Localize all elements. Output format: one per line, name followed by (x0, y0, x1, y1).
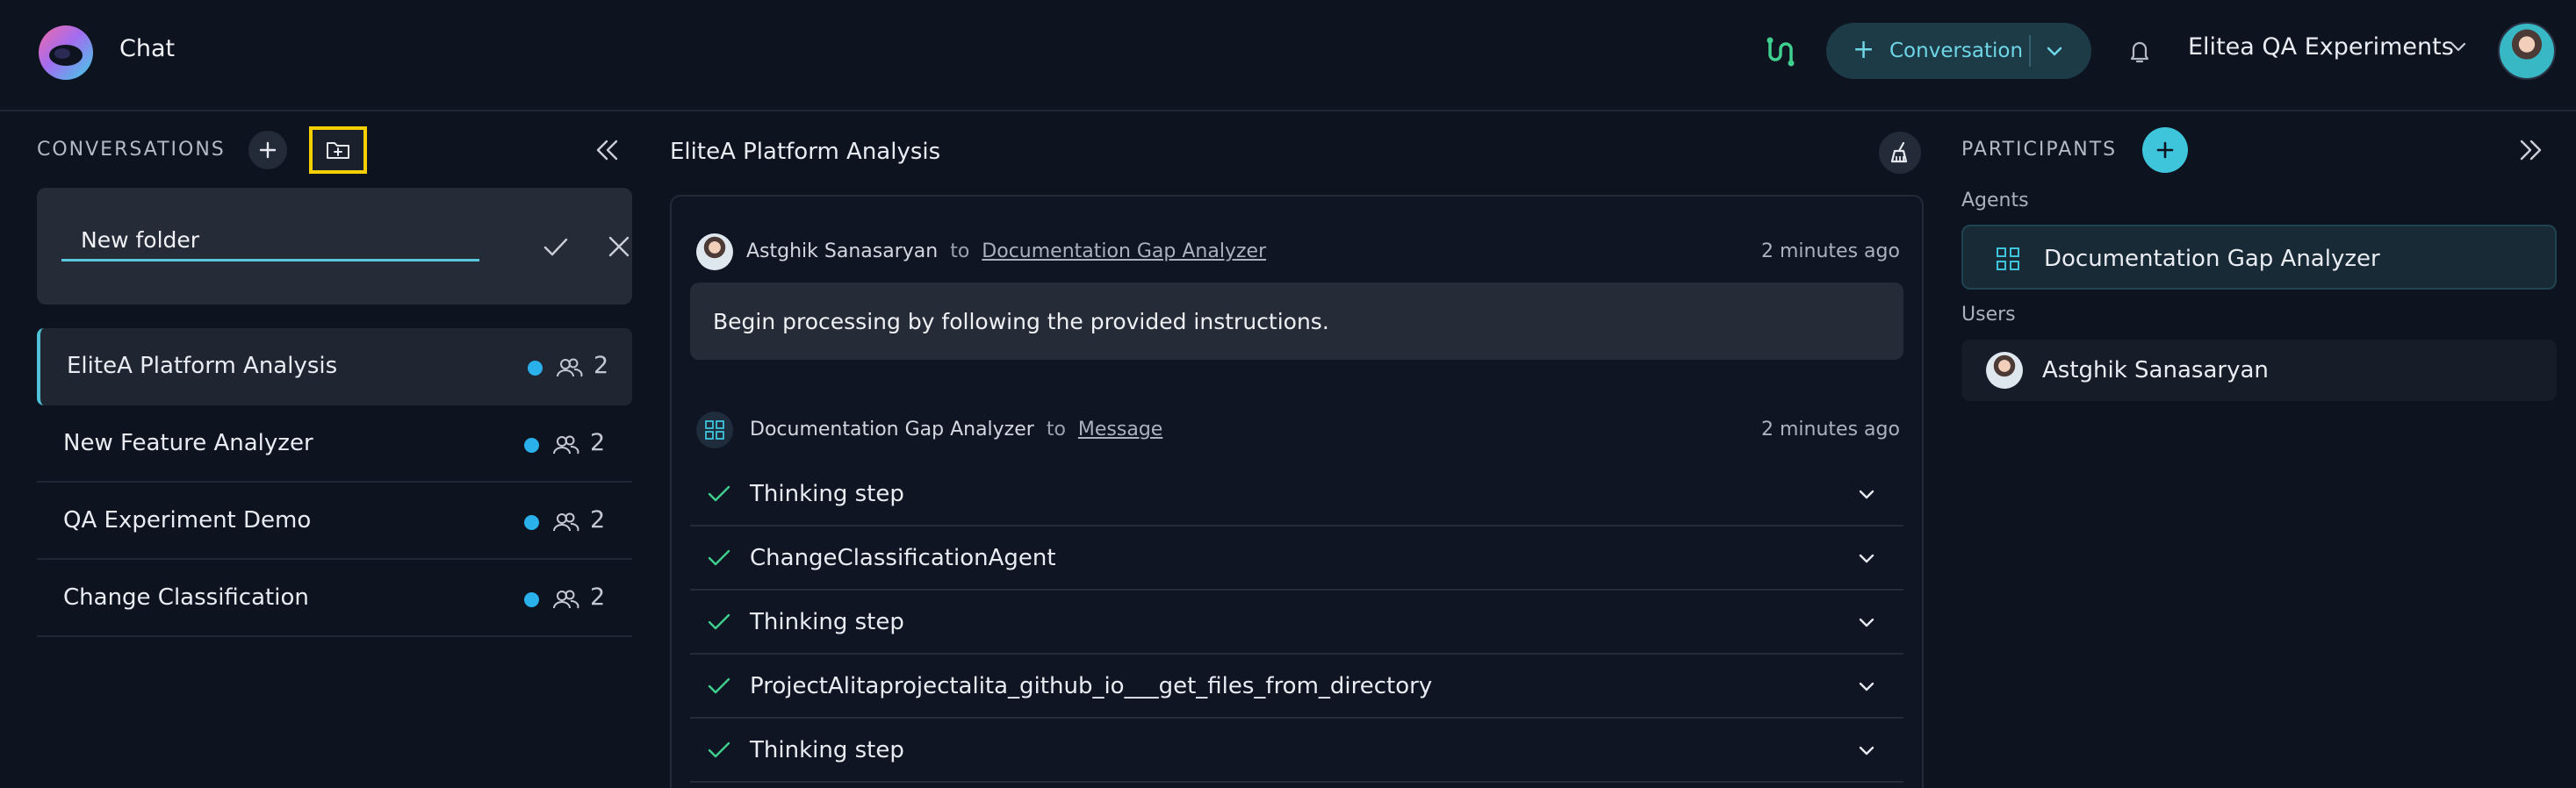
conversations-heading: CONVERSATIONS (37, 139, 226, 161)
agents-section-label: Agents (1961, 190, 2029, 211)
participant-user[interactable]: Astghik Sanasaryan (1961, 340, 2557, 401)
tool-step-row[interactable]: ProjectAlitaprojectalita_github_io___get… (690, 655, 1903, 719)
participant-agent[interactable]: Documentation Gap Analyzer (1961, 225, 2557, 290)
project-selector[interactable]: Elitea QA Experiments (2188, 33, 2454, 61)
thinking-step-row[interactable]: Thinking step (690, 462, 1903, 527)
new-folder-form (37, 188, 632, 304)
add-participant-button[interactable] (2142, 127, 2188, 173)
participants-icon (553, 590, 579, 609)
conversation-button-label: Conversation (1889, 39, 2024, 62)
double-chevron-left-icon[interactable] (592, 135, 622, 165)
participants-icon (553, 512, 579, 532)
participant-count: 2 (590, 506, 606, 534)
step-label: ProjectAlitaprojectalita_github_io___get… (750, 673, 1433, 699)
to-label: to (1046, 419, 1066, 441)
recipient-link[interactable]: Documentation Gap Analyzer (982, 240, 1266, 262)
agent-name: Documentation Gap Analyzer (2044, 246, 2380, 272)
plus-icon (2156, 141, 2174, 159)
message-timestamp: 2 minutes ago (1761, 240, 1900, 262)
sender-name: Astghik Sanasaryan (746, 240, 939, 262)
checkmark-icon (708, 677, 730, 694)
step-label: Thinking step (750, 737, 904, 763)
chevron-down-icon[interactable] (1856, 485, 1877, 505)
conversation-name: Change Classification (63, 584, 309, 611)
tool-step-row[interactable]: ChangeClassificationAgent (690, 527, 1903, 591)
top-bar: Chat + Conversation Elitea QA Experiment… (0, 0, 2576, 111)
conversation-item[interactable]: New Feature Analyzer 2 (37, 405, 632, 483)
conversation-item[interactable]: Change Classification 2 (37, 560, 632, 637)
status-dot (528, 361, 543, 376)
status-dot (524, 438, 539, 453)
avatar (1986, 352, 2023, 389)
chevron-down-icon[interactable] (1856, 677, 1877, 697)
clear-chat-button[interactable] (1879, 132, 1921, 174)
broom-icon (1890, 141, 1908, 163)
step-label: Thinking step (750, 481, 904, 507)
to-label: to (950, 240, 970, 262)
participants-heading: PARTICIPANTS (1961, 139, 2118, 161)
chevron-down-icon[interactable] (1856, 549, 1877, 569)
conversation-list: EliteA Platform Analysis 2 New Feature A… (37, 328, 632, 637)
create-folder-button[interactable] (309, 126, 367, 174)
conversation-name: QA Experiment Demo (63, 507, 312, 534)
new-conversation-button[interactable]: + Conversation (1826, 23, 2091, 79)
chevron-down-icon[interactable] (1856, 741, 1877, 761)
message-meta: Astghik Sanasaryan to Documentation Gap … (746, 240, 1266, 262)
participant-count: 2 (594, 352, 609, 379)
conversation-name: EliteA Platform Analysis (67, 353, 338, 379)
sender-avatar (696, 233, 733, 270)
grid-icon (1997, 247, 2019, 270)
route-icon[interactable] (1761, 35, 1795, 68)
message-meta: Documentation Gap Analyzer to Message (750, 419, 1162, 441)
message-timestamp: 2 minutes ago (1761, 419, 1900, 441)
thinking-step-row[interactable]: Thinking step (690, 591, 1903, 655)
message-bubble: Begin processing by following the provid… (690, 283, 1903, 360)
grid-icon (705, 420, 724, 440)
status-dot (524, 515, 539, 530)
status-dot (524, 592, 539, 607)
conversation-item[interactable]: QA Experiment Demo 2 (37, 483, 632, 560)
participants-icon (553, 435, 579, 455)
conversation-name: New Feature Analyzer (63, 430, 313, 456)
plus-icon: + (1853, 34, 1875, 65)
bell-icon[interactable] (2126, 37, 2153, 65)
agent-avatar (696, 412, 733, 448)
recipient-link[interactable]: Message (1078, 419, 1162, 441)
checkmark-icon (708, 613, 730, 630)
step-label: Thinking step (750, 609, 904, 635)
chevron-down-icon[interactable] (1856, 613, 1877, 633)
chevron-down-icon[interactable] (2044, 40, 2065, 61)
user-avatar[interactable] (2498, 22, 2556, 80)
folder-add-icon (327, 142, 349, 159)
participant-count: 2 (590, 429, 606, 456)
checkmark-icon[interactable] (541, 232, 571, 261)
conversation-title: EliteA Platform Analysis (670, 139, 941, 165)
participants-icon (557, 358, 583, 377)
close-icon[interactable] (606, 232, 632, 261)
checkmark-icon (708, 741, 730, 758)
folder-name-input[interactable] (61, 221, 479, 261)
users-section-label: Users (1961, 304, 2016, 326)
thinking-step-row[interactable]: Thinking step (690, 719, 1903, 783)
user-name: Astghik Sanasaryan (2042, 357, 2269, 383)
app-logo-icon[interactable] (37, 24, 95, 82)
add-conversation-button[interactable] (248, 131, 287, 169)
chevron-down-icon[interactable] (2447, 37, 2470, 58)
double-chevron-right-icon[interactable] (2516, 135, 2546, 165)
checkmark-icon (708, 485, 730, 502)
participant-count: 2 (590, 584, 606, 611)
conversation-item[interactable]: EliteA Platform Analysis 2 (37, 328, 632, 405)
button-divider (2029, 35, 2031, 67)
step-label: ChangeClassificationAgent (750, 545, 1056, 571)
sender-name: Documentation Gap Analyzer (750, 419, 1034, 441)
app-title: Chat (119, 35, 176, 62)
checkmark-icon (708, 549, 730, 566)
plus-icon (259, 141, 277, 159)
